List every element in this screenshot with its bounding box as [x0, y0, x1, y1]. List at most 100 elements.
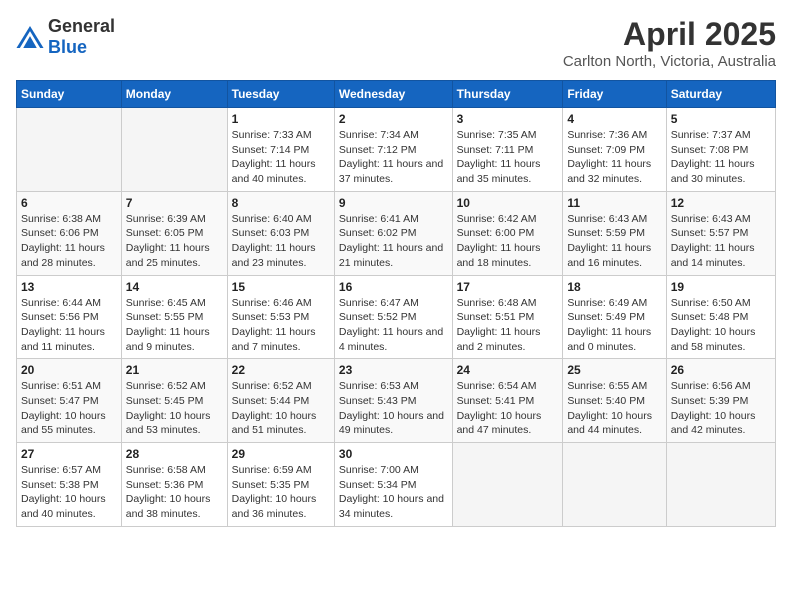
- day-number: 1: [232, 112, 330, 126]
- calendar-cell: 17 Sunrise: 6:48 AMSunset: 5:51 PMDayligh…: [452, 275, 563, 359]
- day-info: Sunrise: 6:52 AMSunset: 5:45 PMDaylight:…: [126, 379, 223, 438]
- calendar-cell: 15Sunrise: 6:46 AMSunset: 5:53 PMDayligh…: [227, 275, 334, 359]
- day-number: 23: [339, 363, 448, 377]
- day-info: Sunrise: 6:42 AMSunset: 6:00 PMDaylight:…: [457, 212, 559, 271]
- day-number: 29: [232, 447, 330, 461]
- day-info: Sunrise: 6:53 AMSunset: 5:43 PMDaylight:…: [339, 379, 448, 438]
- calendar-cell: [452, 443, 563, 527]
- header-row: SundayMondayTuesdayWednesdayThursdayFrid…: [17, 81, 776, 108]
- calendar-cell: 14 Sunrise: 6:45 AMSunset: 5:55 PMDayligh…: [121, 275, 227, 359]
- day-number: 7: [126, 196, 223, 210]
- day-number: 5: [671, 112, 771, 126]
- day-info: Sunrise: 6:39 AMSunset: 6:05 PMDaylight:…: [126, 212, 223, 271]
- calendar-cell: 8 Sunrise: 6:40 AMSunset: 6:03 PMDaylight…: [227, 191, 334, 275]
- day-info: Sunrise: 6:38 AMSunset: 6:06 PMDaylight:…: [21, 212, 117, 271]
- week-row-5: 27Sunrise: 6:57 AMSunset: 5:38 PMDayligh…: [17, 443, 776, 527]
- logo: General Blue: [16, 16, 115, 58]
- page-subtitle: Carlton North, Victoria, Australia: [563, 53, 776, 70]
- day-info: Sunrise: 6:41 AMSunset: 6:02 PMDaylight:…: [339, 212, 448, 271]
- day-number: 20: [21, 363, 117, 377]
- calendar-cell: [17, 108, 122, 192]
- calendar-cell: 20 Sunrise: 6:51 AMSunset: 5:47 PMDayligh…: [17, 359, 122, 443]
- day-info: Sunrise: 6:57 AMSunset: 5:38 PMDaylight:…: [21, 463, 117, 522]
- calendar-cell: 26 Sunrise: 6:56 AMSunset: 5:39 PMDayligh…: [666, 359, 775, 443]
- calendar-table: SundayMondayTuesdayWednesdayThursdayFrid…: [16, 80, 776, 527]
- calendar-cell: 4 Sunrise: 7:36 AMSunset: 7:09 PMDaylight…: [563, 108, 666, 192]
- calendar-cell: 18 Sunrise: 6:49 AMSunset: 5:49 PMDayligh…: [563, 275, 666, 359]
- day-info: Sunrise: 6:59 AMSunset: 5:35 PMDaylight:…: [232, 463, 330, 522]
- day-info: Sunrise: 6:56 AMSunset: 5:39 PMDaylight:…: [671, 379, 771, 438]
- calendar-cell: 2Sunrise: 7:34 AMSunset: 7:12 PMDaylight…: [334, 108, 452, 192]
- logo-icon: [16, 26, 44, 48]
- week-row-1: 1 Sunrise: 7:33 AMSunset: 7:14 PMDaylight…: [17, 108, 776, 192]
- day-info: Sunrise: 6:47 AMSunset: 5:52 PMDaylight:…: [339, 296, 448, 355]
- day-number: 13: [21, 280, 117, 294]
- day-number: 14: [126, 280, 223, 294]
- day-number: 15: [232, 280, 330, 294]
- week-row-3: 13 Sunrise: 6:44 AMSunset: 5:56 PMDayligh…: [17, 275, 776, 359]
- calendar-cell: 24Sunrise: 6:54 AMSunset: 5:41 PMDayligh…: [452, 359, 563, 443]
- calendar-body: 1 Sunrise: 7:33 AMSunset: 7:14 PMDaylight…: [17, 108, 776, 527]
- logo-text: General Blue: [48, 16, 115, 58]
- calendar-cell: 23 Sunrise: 6:53 AMSunset: 5:43 PMDayligh…: [334, 359, 452, 443]
- day-number: 3: [457, 112, 559, 126]
- day-number: 9: [339, 196, 448, 210]
- day-number: 2: [339, 112, 448, 126]
- header-day-wednesday: Wednesday: [334, 81, 452, 108]
- day-info: Sunrise: 6:45 AMSunset: 5:55 PMDaylight:…: [126, 296, 223, 355]
- calendar-cell: 11Sunrise: 6:43 AMSunset: 5:59 PMDayligh…: [563, 191, 666, 275]
- logo-blue: Blue: [48, 37, 87, 57]
- calendar-cell: 12Sunrise: 6:43 AMSunset: 5:57 PMDayligh…: [666, 191, 775, 275]
- header-day-tuesday: Tuesday: [227, 81, 334, 108]
- calendar-cell: 29 Sunrise: 6:59 AMSunset: 5:35 PMDayligh…: [227, 443, 334, 527]
- day-number: 17: [457, 280, 559, 294]
- calendar-cell: 28 Sunrise: 6:58 AMSunset: 5:36 PMDayligh…: [121, 443, 227, 527]
- day-info: Sunrise: 6:44 AMSunset: 5:56 PMDaylight:…: [21, 296, 117, 355]
- calendar-header: SundayMondayTuesdayWednesdayThursdayFrid…: [17, 81, 776, 108]
- day-info: Sunrise: 6:51 AMSunset: 5:47 PMDaylight:…: [21, 379, 117, 438]
- day-number: 8: [232, 196, 330, 210]
- day-info: Sunrise: 6:43 AMSunset: 5:57 PMDaylight:…: [671, 212, 771, 271]
- day-info: Sunrise: 6:49 AMSunset: 5:49 PMDaylight:…: [567, 296, 661, 355]
- day-info: Sunrise: 7:37 AMSunset: 7:08 PMDaylight:…: [671, 128, 771, 187]
- calendar-cell: 5 Sunrise: 7:37 AMSunset: 7:08 PMDaylight…: [666, 108, 775, 192]
- day-number: 19: [671, 280, 771, 294]
- logo-general: General: [48, 16, 115, 36]
- day-info: Sunrise: 7:35 AMSunset: 7:11 PMDaylight:…: [457, 128, 559, 187]
- header-day-saturday: Saturday: [666, 81, 775, 108]
- day-number: 28: [126, 447, 223, 461]
- calendar-cell: [121, 108, 227, 192]
- day-number: 22: [232, 363, 330, 377]
- day-number: 21: [126, 363, 223, 377]
- title-block: April 2025 Carlton North, Victoria, Aust…: [563, 16, 776, 70]
- header-day-monday: Monday: [121, 81, 227, 108]
- header-day-friday: Friday: [563, 81, 666, 108]
- day-info: Sunrise: 7:36 AMSunset: 7:09 PMDaylight:…: [567, 128, 661, 187]
- day-info: Sunrise: 7:00 AMSunset: 5:34 PMDaylight:…: [339, 463, 448, 522]
- calendar-cell: [666, 443, 775, 527]
- calendar-cell: 25Sunrise: 6:55 AMSunset: 5:40 PMDayligh…: [563, 359, 666, 443]
- day-info: Sunrise: 6:48 AMSunset: 5:51 PMDaylight:…: [457, 296, 559, 355]
- day-info: Sunrise: 6:43 AMSunset: 5:59 PMDaylight:…: [567, 212, 661, 271]
- day-info: Sunrise: 6:40 AMSunset: 6:03 PMDaylight:…: [232, 212, 330, 271]
- day-info: Sunrise: 6:50 AMSunset: 5:48 PMDaylight:…: [671, 296, 771, 355]
- day-number: 6: [21, 196, 117, 210]
- day-info: Sunrise: 6:55 AMSunset: 5:40 PMDaylight:…: [567, 379, 661, 438]
- calendar-cell: 19 Sunrise: 6:50 AMSunset: 5:48 PMDayligh…: [666, 275, 775, 359]
- calendar-cell: 21 Sunrise: 6:52 AMSunset: 5:45 PMDayligh…: [121, 359, 227, 443]
- day-number: 26: [671, 363, 771, 377]
- day-info: Sunrise: 7:33 AMSunset: 7:14 PMDaylight:…: [232, 128, 330, 187]
- day-number: 16: [339, 280, 448, 294]
- day-info: Sunrise: 6:58 AMSunset: 5:36 PMDaylight:…: [126, 463, 223, 522]
- week-row-4: 20 Sunrise: 6:51 AMSunset: 5:47 PMDayligh…: [17, 359, 776, 443]
- calendar-cell: [563, 443, 666, 527]
- day-number: 4: [567, 112, 661, 126]
- header-day-thursday: Thursday: [452, 81, 563, 108]
- calendar-cell: 30 Sunrise: 7:00 AMSunset: 5:34 PMDayligh…: [334, 443, 452, 527]
- calendar-cell: 3 Sunrise: 7:35 AMSunset: 7:11 PMDaylight…: [452, 108, 563, 192]
- calendar-cell: 10Sunrise: 6:42 AMSunset: 6:00 PMDayligh…: [452, 191, 563, 275]
- calendar-cell: 1 Sunrise: 7:33 AMSunset: 7:14 PMDaylight…: [227, 108, 334, 192]
- calendar-cell: 7 Sunrise: 6:39 AMSunset: 6:05 PMDaylight…: [121, 191, 227, 275]
- day-number: 18: [567, 280, 661, 294]
- day-number: 30: [339, 447, 448, 461]
